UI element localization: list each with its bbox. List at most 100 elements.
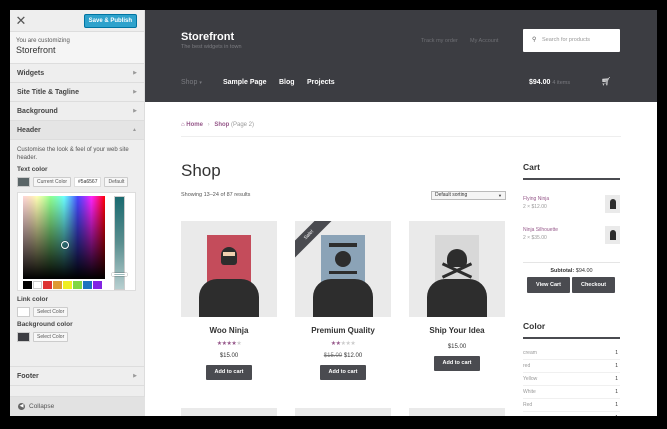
hex-color-input[interactable]: #5a6567 xyxy=(74,177,102,187)
section-header[interactable]: Header ▲ xyxy=(10,121,144,140)
link-color-swatch[interactable] xyxy=(17,307,30,317)
product-image[interactable]: Sale! xyxy=(295,221,391,317)
view-cart-button[interactable]: View Cart xyxy=(527,277,570,293)
site-tagline: The best widgets in town xyxy=(181,44,242,50)
product-name[interactable]: Premium Quality xyxy=(295,326,391,335)
product-image[interactable] xyxy=(409,221,505,317)
cart-subtotal: Subtotal: $94.00 xyxy=(523,268,620,274)
chevron-right-icon: ▶ xyxy=(133,373,137,379)
color-filter-item[interactable]: red 1 xyxy=(523,360,620,373)
breadcrumb-page: (Page 2) xyxy=(230,122,254,128)
color-filter-item[interactable]: White 1 xyxy=(523,386,620,399)
color-filter-item[interactable]: Yellow 1 xyxy=(523,373,620,386)
nav-projects[interactable]: Projects xyxy=(307,79,335,86)
palette-swatch[interactable] xyxy=(73,281,82,289)
product-card[interactable]: Ship Your Idea $15.00 Add to cart xyxy=(409,221,505,371)
current-color-button[interactable]: Current Color xyxy=(33,177,72,187)
close-icon[interactable]: ✕ xyxy=(10,10,32,32)
cart-item: Ninja Silhouette 2 × $35.00 xyxy=(523,226,620,250)
chevron-up-icon: ▲ xyxy=(132,127,137,133)
current-color-swatch[interactable] xyxy=(17,177,30,187)
hue-slider-handle[interactable] xyxy=(112,273,127,276)
customizing-site-name: Storefront xyxy=(16,45,56,55)
product-image[interactable] xyxy=(181,221,277,317)
chevron-down-icon: ▼ xyxy=(498,193,502,198)
breadcrumb-shop[interactable]: Shop xyxy=(214,122,229,128)
palette-swatch[interactable] xyxy=(23,281,32,289)
search-input[interactable]: ⚲ Search for products xyxy=(523,29,620,52)
breadcrumb-home[interactable]: Home xyxy=(186,122,203,128)
default-color-button[interactable]: Default xyxy=(104,177,129,187)
save-publish-button[interactable]: Save & Publish xyxy=(83,14,137,28)
header-panel: Customise the look & feel of your web si… xyxy=(10,140,144,367)
nav-shop[interactable]: Shop ▾ xyxy=(181,79,202,86)
palette-swatch[interactable] xyxy=(63,281,72,289)
section-widgets[interactable]: Widgets ▶ xyxy=(10,64,144,83)
subtotal-label: Subtotal: xyxy=(550,268,575,274)
palette-swatch[interactable] xyxy=(53,281,62,289)
product-image[interactable] xyxy=(409,408,505,416)
checkout-button[interactable]: Checkout xyxy=(572,277,615,293)
add-to-cart-button[interactable]: Add to cart xyxy=(434,356,480,371)
cart-item-thumbnail xyxy=(605,226,620,244)
color-filter-count: 1 xyxy=(615,376,618,382)
cart-item-thumbnail xyxy=(605,195,620,213)
product-card[interactable]: Sale! Premium Quality ★★★★★ $15.00 $12.0… xyxy=(295,221,391,380)
section-label: Widgets xyxy=(17,70,45,77)
color-widget-title: Color xyxy=(523,321,546,331)
subtotal-value: $94.00 xyxy=(575,268,593,274)
color-filter-item[interactable]: 1 xyxy=(523,412,620,416)
background-color-control: Select Color xyxy=(17,331,137,343)
divider xyxy=(181,136,621,137)
picker-handle[interactable] xyxy=(61,241,69,249)
customizer-window: ✕ Save & Publish You are customizing Sto… xyxy=(10,10,657,416)
page-title: Shop xyxy=(181,161,221,180)
add-to-cart-button[interactable]: Add to cart xyxy=(206,365,252,380)
site-logo[interactable]: Storefront xyxy=(181,31,234,43)
section-footer[interactable]: Footer ▶ xyxy=(10,367,144,386)
divider xyxy=(523,337,620,339)
sort-select[interactable]: Default sorting ▼ xyxy=(431,191,506,200)
header-cart-total[interactable]: $94.00 4 items xyxy=(529,79,570,86)
section-background[interactable]: Background ▶ xyxy=(10,102,144,121)
background-color-label: Background color xyxy=(17,321,73,328)
nav-sample-page[interactable]: Sample Page xyxy=(223,79,267,86)
product-name[interactable]: Woo Ninja xyxy=(181,326,277,335)
product-name[interactable]: Ship Your Idea xyxy=(409,326,505,335)
palette-swatch[interactable] xyxy=(33,281,42,289)
palette-swatch[interactable] xyxy=(43,281,52,289)
background-select-color-button[interactable]: Select Color xyxy=(33,332,69,342)
customizer-sidebar: ✕ Save & Publish You are customizing Sto… xyxy=(10,10,145,416)
product-price: $15.00 xyxy=(219,353,239,359)
product-image[interactable] xyxy=(295,408,391,416)
search-placeholder: Search for products xyxy=(542,37,590,43)
link-select-color-button[interactable]: Select Color xyxy=(33,307,69,317)
color-picker[interactable] xyxy=(17,192,136,291)
collapse-button[interactable]: ◀ Collapse xyxy=(10,396,145,416)
palette-swatch[interactable] xyxy=(93,281,102,289)
nav-blog[interactable]: Blog xyxy=(279,79,295,86)
text-color-label: Text color xyxy=(17,166,48,173)
add-to-cart-button[interactable]: Add to cart xyxy=(320,365,366,380)
site-preview: Storefront The best widgets in town Trac… xyxy=(145,10,657,416)
cart-icon[interactable]: 🛒︎ xyxy=(601,77,611,86)
product-image[interactable] xyxy=(181,408,277,416)
home-icon: ⌂ xyxy=(181,122,185,128)
product-card[interactable]: Woo Ninja ★★★★★ $15.00 Add to cart xyxy=(181,221,277,380)
my-account-link[interactable]: My Account xyxy=(470,38,498,44)
section-site-title-tagline[interactable]: Site Title & Tagline ▶ xyxy=(10,83,144,102)
header-description: Customise the look & feel of your web si… xyxy=(17,147,129,161)
color-filter-item[interactable]: cream 1 xyxy=(523,347,620,360)
color-filter-item[interactable]: Red 1 xyxy=(523,399,620,412)
saturation-area[interactable] xyxy=(23,196,105,279)
product-price: $15.00 $12.00 xyxy=(295,353,391,359)
palette-swatch[interactable] xyxy=(83,281,92,289)
collapse-label: Collapse xyxy=(29,403,55,410)
track-order-link[interactable]: Track my order xyxy=(421,38,458,44)
cart-widget-title: Cart xyxy=(523,162,541,172)
section-label: Background xyxy=(17,108,58,115)
background-color-swatch[interactable] xyxy=(17,332,30,342)
divider xyxy=(523,178,620,180)
color-filter-name: cream xyxy=(523,350,537,356)
customizing-label: You are customizing xyxy=(16,38,70,44)
